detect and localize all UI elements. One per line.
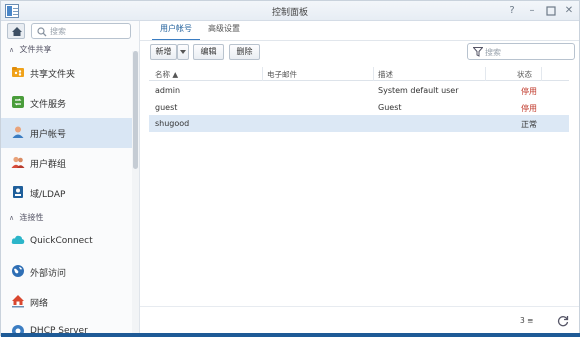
refresh-icon[interactable] [556,314,570,328]
table-header: 名称 ▲ 电子邮件 描述 状态 [149,67,569,81]
column-separator[interactable] [262,67,263,81]
column-separator[interactable] [541,67,542,81]
control-panel-window: 控制面板 ? – ✕ ∧ 文件共享 共享文件夹 文件服务 用户帐 [0,0,580,337]
sidebar-item-network[interactable]: 网络 [1,287,132,317]
window-title: 控制面板 [271,8,308,18]
sidebar-item-label: 用户帐号 [30,130,67,140]
sidebar-item-label: QuickConnect [30,236,93,246]
cell-description: Guest [378,103,402,112]
title-bar[interactable]: 控制面板 ? – ✕ [1,1,579,21]
cell-name: shugood [155,119,190,128]
close-icon[interactable]: ✕ [562,4,576,18]
sidebar-item-label: 网络 [30,299,49,309]
section-label: 连接性 [19,213,44,222]
items-icon: ≡ [527,316,534,325]
taskbar-edge [1,333,580,337]
sidebar-item-label: 外部访问 [30,269,67,279]
search-icon [37,27,47,37]
sidebar-item-label: 域/LDAP [30,190,66,200]
sidebar-item-label: 共享文件夹 [30,70,76,80]
table-row-selected[interactable]: shugood 正常 [149,115,569,132]
main-panel: 用户帐号 高级设置 新增 编辑 删除 名称 ▲ 电子邮件 描述 状态 admin [140,21,579,337]
item-count: 3 ≡ [520,316,534,325]
filter-search-input[interactable] [485,46,571,58]
maximize-icon[interactable] [544,4,558,18]
home-icon [12,27,22,36]
quickconnect-icon [11,235,25,244]
cell-name: admin [155,86,181,95]
cell-name: guest [155,103,178,112]
cell-status: 正常 [521,120,537,129]
sidebar-item-domain-ldap[interactable]: 域/LDAP [1,178,132,208]
chevron-up-icon: ∧ [9,214,15,222]
sidebar: ∧ 文件共享 共享文件夹 文件服务 用户帐号 用户群组 域/LDAP ∧ 连接性 [1,21,140,337]
help-icon[interactable]: ? [505,4,519,18]
column-separator[interactable] [373,67,374,81]
chevron-up-icon: ∧ [9,46,15,54]
tab-advanced-settings[interactable]: 高级设置 [200,21,248,41]
column-header-name[interactable]: 名称 ▲ [155,69,178,80]
group-icon [11,156,25,168]
section-connectivity[interactable]: ∧ 连接性 [9,212,44,223]
tab-divider [140,40,579,41]
cell-status: 停用 [521,87,537,96]
sidebar-item-label: 文件服务 [30,100,67,110]
column-header-email[interactable]: 电子邮件 [267,69,297,80]
sidebar-item-user-accounts[interactable]: 用户帐号 [1,118,132,148]
column-separator[interactable] [485,67,486,81]
user-icon [12,126,24,138]
sidebar-search[interactable] [31,23,131,39]
create-dropdown-button[interactable] [177,44,189,60]
shared-folder-icon [12,67,24,77]
sidebar-item-user-groups[interactable]: 用户群组 [1,148,132,178]
section-label: 文件共享 [19,45,52,54]
create-button[interactable]: 新增 [150,44,177,60]
filter-search[interactable] [467,43,575,60]
table-row[interactable]: admin System default user 停用 [149,82,569,99]
sidebar-item-label: 用户群组 [30,160,67,170]
footer-divider [140,306,579,307]
sidebar-item-external-access[interactable]: 外部访问 [1,257,132,287]
file-services-icon [12,96,24,108]
delete-button[interactable]: 删除 [229,44,260,60]
minimize-icon[interactable]: – [525,4,539,18]
edit-button[interactable]: 编辑 [193,44,224,60]
cell-description: System default user [378,86,459,95]
caret-down-icon [180,50,186,54]
home-button[interactable] [7,23,25,39]
section-file-sharing[interactable]: ∧ 文件共享 [9,44,52,55]
column-header-description[interactable]: 描述 [378,69,393,80]
external-access-icon [12,265,24,277]
table-row[interactable]: guest Guest 停用 [149,99,569,116]
filter-icon [473,47,483,57]
sidebar-item-file-services[interactable]: 文件服务 [1,88,132,118]
tab-user-accounts[interactable]: 用户帐号 [152,21,200,41]
sidebar-scrollbar-thumb[interactable] [133,51,138,169]
network-icon [12,295,24,308]
sort-ascending-icon: ▲ [172,70,179,79]
cell-status: 停用 [521,104,537,113]
sidebar-item-quickconnect[interactable]: QuickConnect [1,227,132,257]
column-header-status[interactable]: 状态 [517,69,532,80]
domain-ldap-icon [13,186,23,198]
sidebar-search-input[interactable] [50,25,128,37]
sidebar-item-shared-folder[interactable]: 共享文件夹 [1,58,132,88]
